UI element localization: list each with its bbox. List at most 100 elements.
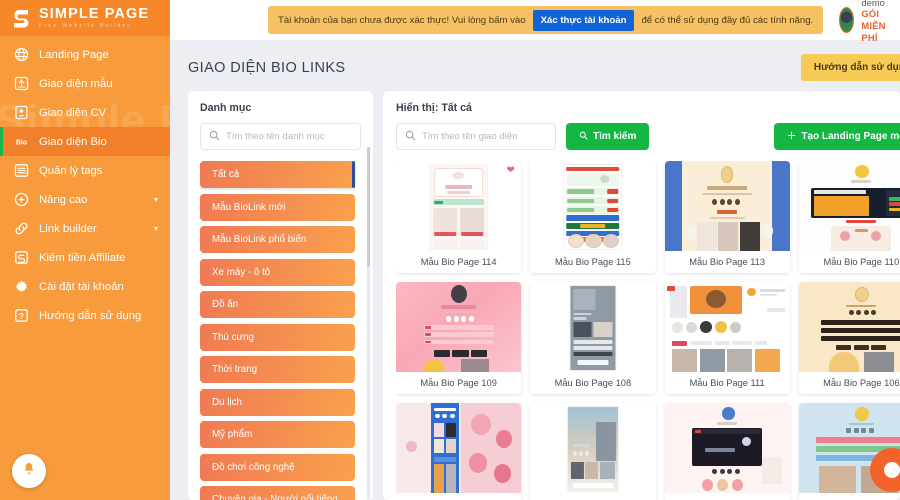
category-search-input[interactable] bbox=[226, 131, 358, 142]
template-card-label bbox=[530, 493, 656, 500]
sidebar-nav: Landing Page Giao diện mẫu Giao diện CV Bio… bbox=[0, 36, 170, 330]
user-plan-badge: GÓI MIỄN PHÍ bbox=[861, 8, 886, 43]
brand-logo[interactable]: SIMPLE PAGE Free Website Builder bbox=[0, 0, 170, 36]
category-item[interactable]: Thú cưng bbox=[200, 323, 355, 351]
user-name: demo bbox=[861, 0, 885, 8]
template-card[interactable] bbox=[396, 403, 522, 500]
notification-bell-button[interactable] bbox=[12, 454, 46, 488]
sidebar-item-8[interactable]: Kiếm tiền Affiliate bbox=[0, 243, 170, 272]
brand-title: SIMPLE PAGE bbox=[39, 6, 150, 23]
category-item[interactable]: Mẫu BioLink phổ biến bbox=[200, 226, 355, 253]
sidebar-item-label: Hướng dẫn sử dụng bbox=[39, 309, 142, 322]
template-card-label: Mẫu Bio Page 109 bbox=[396, 372, 522, 394]
category-item[interactable]: Chuyên gia - Người nổi tiếng bbox=[200, 486, 355, 500]
template-card[interactable]: Mẫu Bio Page 110 bbox=[798, 161, 900, 273]
sidebar-item-7[interactable]: Link builder ▾ bbox=[0, 214, 170, 243]
template-card-label bbox=[798, 493, 900, 500]
sidebar-item-1[interactable]: Landing Page bbox=[0, 40, 170, 69]
category-item[interactable]: Tất cả bbox=[200, 161, 355, 188]
sidebar-item-6[interactable]: Nâng cao ▾ bbox=[0, 185, 170, 214]
category-label: Đồ chơi công nghệ bbox=[212, 461, 295, 473]
category-label: Mẫu BioLink phổ biến bbox=[212, 234, 307, 245]
template-card[interactable]: ❤ Mẫu Bio Page 114 bbox=[396, 161, 522, 273]
categories-scrollbar[interactable] bbox=[367, 147, 370, 500]
guide-button[interactable]: Hướng dẫn sử dụng bbox=[800, 54, 900, 81]
sidebar-item-label: Landing Page bbox=[39, 48, 109, 61]
favorite-icon[interactable]: ❤ bbox=[505, 165, 516, 176]
search-icon bbox=[209, 128, 220, 146]
category-label: Thời trang bbox=[212, 364, 258, 375]
template-card[interactable]: Mẫu Bio Page 109 bbox=[396, 282, 522, 394]
template-thumbnail bbox=[664, 403, 790, 493]
user-menu[interactable]: demo GÓI MIỄN PHÍ bbox=[839, 0, 898, 44]
templates-panel: Hiển thị: Tất cả Tìm kiếm bbox=[383, 91, 900, 500]
template-thumbnail: ❤ bbox=[396, 161, 522, 251]
template-card[interactable] bbox=[530, 403, 656, 500]
category-item[interactable]: Đồ ăn bbox=[200, 291, 355, 318]
template-card-label bbox=[396, 493, 522, 500]
template-thumbnail bbox=[664, 161, 790, 251]
templates-showing-label: Hiển thị: Tất cả bbox=[396, 102, 472, 114]
category-item[interactable]: Xe máy - ô tô bbox=[200, 258, 355, 286]
sidebar-item-5[interactable]: Quản lý tags bbox=[0, 156, 170, 185]
list-icon bbox=[14, 163, 29, 178]
template-card[interactable]: Mẫu Bio Page 108 bbox=[530, 282, 656, 394]
search-icon bbox=[405, 128, 416, 146]
templates-grid: ❤ Mẫu Bio Page 114 Mẫu Bio Page 115 Mẫu Bio… bbox=[396, 161, 900, 500]
create-landing-page-button[interactable]: Tạo Landing Page mới bbox=[774, 123, 900, 150]
template-card[interactable]: Mẫu Bio Page 106 bbox=[798, 282, 900, 394]
template-card[interactable]: Mẫu Bio Page 113 bbox=[664, 161, 790, 273]
category-item[interactable]: Đồ chơi công nghệ bbox=[200, 453, 355, 481]
category-item[interactable]: Mỹ phẩm bbox=[200, 421, 355, 448]
svg-text:?: ? bbox=[19, 311, 24, 321]
sidebar-item-label: Kiếm tiền Affiliate bbox=[39, 251, 126, 264]
sidebar-item-3[interactable]: Giao diện CV bbox=[0, 98, 170, 127]
gear-icon bbox=[14, 279, 29, 294]
sidebar-item-label: Giao diện Bio bbox=[39, 135, 107, 148]
bio-icon: Bio bbox=[14, 134, 29, 149]
sidebar-item-label: Nâng cao bbox=[39, 193, 88, 206]
search-button[interactable]: Tìm kiếm bbox=[566, 123, 650, 150]
search-button-label: Tìm kiếm bbox=[593, 131, 637, 142]
sidebar-item-label: Quản lý tags bbox=[39, 164, 103, 177]
content-area: Danh mục Tất cả Mẫu BioLink mới Mẫu BioLin… bbox=[170, 91, 900, 500]
category-label: Xe máy - ô tô bbox=[212, 266, 271, 278]
template-search[interactable] bbox=[396, 123, 556, 150]
sidebar-item-9[interactable]: Cài đặt tài khoản bbox=[0, 272, 170, 301]
categories-panel: Danh mục Tất cả Mẫu BioLink mới Mẫu BioLin… bbox=[188, 91, 373, 500]
sidebar-item-label: Link builder bbox=[39, 222, 97, 235]
question-icon: ? bbox=[14, 308, 29, 323]
settings-icon bbox=[14, 192, 29, 207]
category-label: Tất cả bbox=[212, 169, 240, 180]
plus-icon bbox=[787, 131, 796, 143]
template-thumbnail bbox=[396, 403, 522, 493]
category-label: Du lịch bbox=[212, 396, 242, 408]
globe-icon bbox=[14, 47, 29, 62]
category-label: Mỹ phẩm bbox=[212, 429, 253, 440]
template-card[interactable]: Mẫu Bio Page 115 bbox=[530, 161, 656, 273]
category-label: Chuyên gia - Người nổi tiếng bbox=[212, 494, 338, 500]
template-thumbnail bbox=[396, 282, 522, 372]
template-card[interactable] bbox=[664, 403, 790, 500]
category-item[interactable]: Du lịch bbox=[200, 388, 355, 416]
sidebar: Simple Page SIMPLE PAGE Free Website Bui… bbox=[0, 0, 170, 500]
chevron-down-icon: ▾ bbox=[153, 195, 158, 204]
verify-account-button[interactable]: Xác thực tài khoản bbox=[532, 9, 635, 31]
sidebar-item-4[interactable]: Bio Giao diện Bio bbox=[0, 127, 170, 156]
avatar bbox=[839, 7, 855, 33]
template-search-input[interactable] bbox=[422, 131, 554, 142]
template-thumbnail bbox=[798, 282, 900, 372]
brand-subtitle: Free Website Builder bbox=[39, 22, 132, 29]
category-label: Đồ ăn bbox=[212, 299, 239, 310]
verification-alert-banner: Tài khoản của bạn chưa được xác thực! Vu… bbox=[268, 6, 824, 34]
template-card[interactable]: Mẫu Bio Page 111 bbox=[664, 282, 790, 394]
bell-icon bbox=[21, 461, 37, 482]
category-label: Mẫu BioLink mới bbox=[212, 201, 286, 213]
hamburger-icon[interactable] bbox=[182, 9, 188, 31]
category-item[interactable]: Thời trang bbox=[200, 356, 355, 383]
sidebar-item-10[interactable]: ? Hướng dẫn sử dụng bbox=[0, 301, 170, 330]
category-item[interactable]: Mẫu BioLink mới bbox=[200, 193, 355, 221]
sidebar-item-2[interactable]: Giao diện mẫu bbox=[0, 69, 170, 98]
template-icon bbox=[14, 76, 29, 91]
category-search[interactable] bbox=[200, 123, 361, 150]
